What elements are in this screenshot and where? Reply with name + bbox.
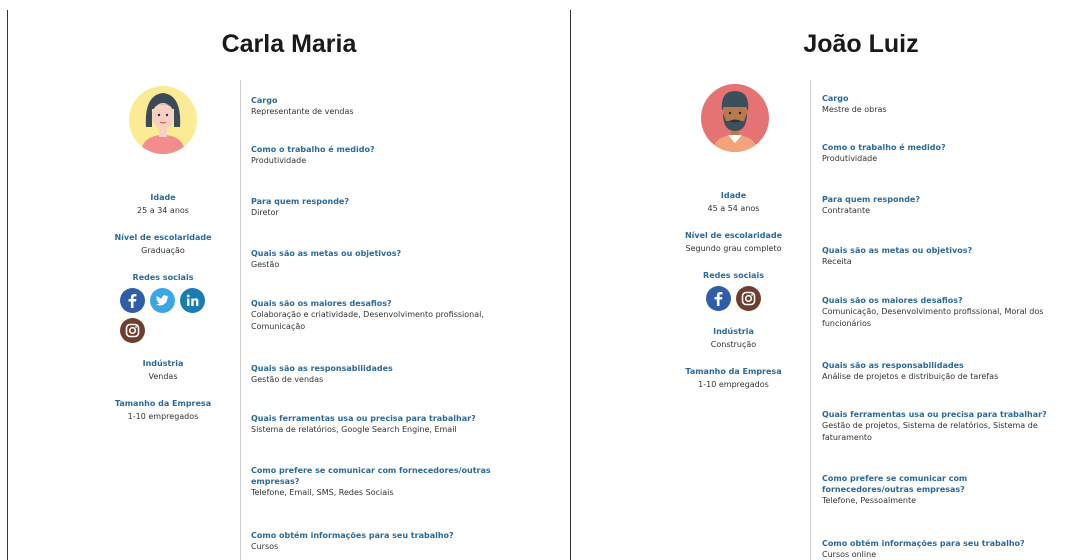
profile-summary: Idade 25 a 34 anos Nível de escolaridade… xyxy=(78,191,248,437)
twitter-icon[interactable] xyxy=(150,288,175,313)
age-value: 25 a 34 anos xyxy=(137,206,189,215)
answer-text: Comunicação, Desenvolvimento profissiona… xyxy=(822,307,1044,328)
question-label: Como obtém informações para seu trabalho… xyxy=(822,539,1025,548)
industry-block: Indústria Vendas xyxy=(78,357,248,383)
avatar xyxy=(701,84,769,152)
question-block: Para quem responde? Contratante xyxy=(822,194,1050,217)
answer-text: Mestre de obras xyxy=(822,105,887,114)
question-label: Quais são as responsabilidades xyxy=(822,361,964,370)
age-label: Idade xyxy=(720,191,747,200)
question-block: Como o trabalho é medido? Produtividade xyxy=(251,144,501,167)
company-size-block: Tamanho da Empresa 1-10 empregados xyxy=(646,365,821,391)
social-icons xyxy=(120,288,205,343)
question-label: Quais são os maiores desafios? xyxy=(822,296,963,305)
question-block: Cargo Representante de vendas xyxy=(251,95,501,118)
company-size-label: Tamanho da Empresa xyxy=(685,367,782,376)
question-block: Para quem responde? Diretor xyxy=(251,196,501,219)
question-block: Quais são as responsabilidades Gestão de… xyxy=(251,363,501,386)
education-value: Graduação xyxy=(141,246,185,255)
age-block: Idade 45 a 54 anos xyxy=(646,189,821,215)
question-label: Quais ferramentas usa ou precisa para tr… xyxy=(251,414,476,423)
persona-name: João Luiz xyxy=(803,30,919,58)
question-block: Quais são os maiores desafios? Comunicaç… xyxy=(822,295,1050,330)
company-size-block: Tamanho da Empresa 1-10 empregados xyxy=(78,397,248,423)
age-value: 45 a 54 anos xyxy=(707,204,760,213)
question-label: Quais são as responsabilidades xyxy=(251,364,393,373)
question-block: Como o trabalho é medido? Produtividade xyxy=(822,142,1050,165)
question-label: Quais ferramentas usa ou precisa para tr… xyxy=(822,410,1047,419)
answer-text: Sistema de relatórios, Google Search Eng… xyxy=(251,425,457,434)
question-label: Como obtém informações para seu trabalho… xyxy=(251,531,454,540)
answer-text: Telefone, Pessoalmente xyxy=(822,496,917,505)
answer-text: Receita xyxy=(822,257,852,266)
education-value: Segundo grau completo xyxy=(685,244,782,253)
facebook-icon[interactable] xyxy=(706,286,731,311)
question-block: Quais são as metas ou objetivos? Receita xyxy=(822,245,1050,268)
question-label: Para quem responde? xyxy=(251,197,349,206)
question-block: Quais são os maiores desafios? Colaboraç… xyxy=(251,298,501,333)
question-label: Como o trabalho é medido? xyxy=(251,145,375,154)
question-label: Como prefere se comunicar com fornecedor… xyxy=(822,474,968,494)
linkedin-icon[interactable] xyxy=(180,288,205,313)
answer-text: Gestão de vendas xyxy=(251,375,324,384)
education-block: Nível de escolaridade Graduação xyxy=(78,231,248,257)
answer-text: Telefone, Email, SMS, Redes Sociais xyxy=(251,488,394,497)
question-block: Quais são as metas ou objetivos? Gestão xyxy=(251,248,501,271)
question-block: Como prefere se comunicar com fornecedor… xyxy=(822,473,1050,507)
answer-text: Gestão xyxy=(251,260,280,269)
age-block: Idade 25 a 34 anos xyxy=(78,191,248,217)
instagram-icon[interactable] xyxy=(736,286,761,311)
question-block: Como obtém informações para seu trabalho… xyxy=(251,530,501,553)
industry-value: Vendas xyxy=(148,372,178,381)
question-label: Cargo xyxy=(822,94,849,103)
question-label: Como o trabalho é medido? xyxy=(822,143,946,152)
answer-text: Representante de vendas xyxy=(251,107,354,116)
answer-text: Produtividade xyxy=(251,156,307,165)
education-label: Nível de escolaridade xyxy=(114,233,212,242)
persona-card-carla: Carla Maria Idade 25 a 34 anos Nível de … xyxy=(8,0,570,560)
question-label: Quais são as metas ou objetivos? xyxy=(822,246,973,255)
question-label: Como prefere se comunicar com fornecedor… xyxy=(251,466,491,486)
profile-summary: Idade 45 a 54 anos Nível de escolaridade… xyxy=(646,189,821,405)
question-block: Quais ferramentas usa ou precisa para tr… xyxy=(251,413,501,436)
answer-text: Gestão de projetos, Sistema de relatório… xyxy=(822,421,1038,442)
education-label: Nível de escolaridade xyxy=(684,231,783,240)
question-block: Como obtém informações para seu trabalho… xyxy=(822,538,1050,560)
answer-text: Produtividade xyxy=(822,154,878,163)
question-label: Quais são as metas ou objetivos? xyxy=(251,249,402,258)
education-block: Nível de escolaridade Segundo grau compl… xyxy=(646,229,821,255)
social-icons xyxy=(646,286,821,311)
company-size-value: 1-10 empregados xyxy=(698,380,769,389)
answer-text: Cursos xyxy=(251,542,279,551)
question-block: Como prefere se comunicar com fornecedor… xyxy=(251,465,501,499)
avatar xyxy=(129,86,197,154)
company-size-value: 1-10 empregados xyxy=(127,412,199,421)
industry-label: Indústria xyxy=(713,327,754,336)
question-label: Cargo xyxy=(251,96,278,105)
industry-block: Indústria Construção xyxy=(646,325,821,351)
instagram-icon[interactable] xyxy=(120,318,145,343)
question-label: Quais são os maiores desafios? xyxy=(251,299,392,308)
persona-name: Carla Maria xyxy=(221,30,357,58)
industry-value: Construção xyxy=(710,340,757,349)
facebook-icon[interactable] xyxy=(120,288,145,313)
answer-text: Colaboração e criatividade, Desenvolvime… xyxy=(251,310,484,331)
industry-label: Indústria xyxy=(142,359,184,368)
question-block: Cargo Mestre de obras xyxy=(822,93,1050,116)
social-label: Redes sociais xyxy=(132,273,194,282)
persona-card-joao: João Luiz Idade 45 a 54 anos Nível de es… xyxy=(571,0,1084,560)
answer-text: Cursos online xyxy=(822,550,877,559)
social-label: Redes sociais xyxy=(703,271,764,280)
answer-text: Análise de projetos e distribuição de ta… xyxy=(822,372,999,381)
answer-text: Contratante xyxy=(822,206,871,215)
question-block: Quais são as responsabilidades Análise d… xyxy=(822,360,1050,383)
age-label: Idade xyxy=(150,193,176,202)
company-size-label: Tamanho da Empresa xyxy=(114,399,212,408)
answer-text: Diretor xyxy=(251,208,279,217)
question-label: Para quem responde? xyxy=(822,195,920,204)
question-block: Quais ferramentas usa ou precisa para tr… xyxy=(822,409,1050,444)
